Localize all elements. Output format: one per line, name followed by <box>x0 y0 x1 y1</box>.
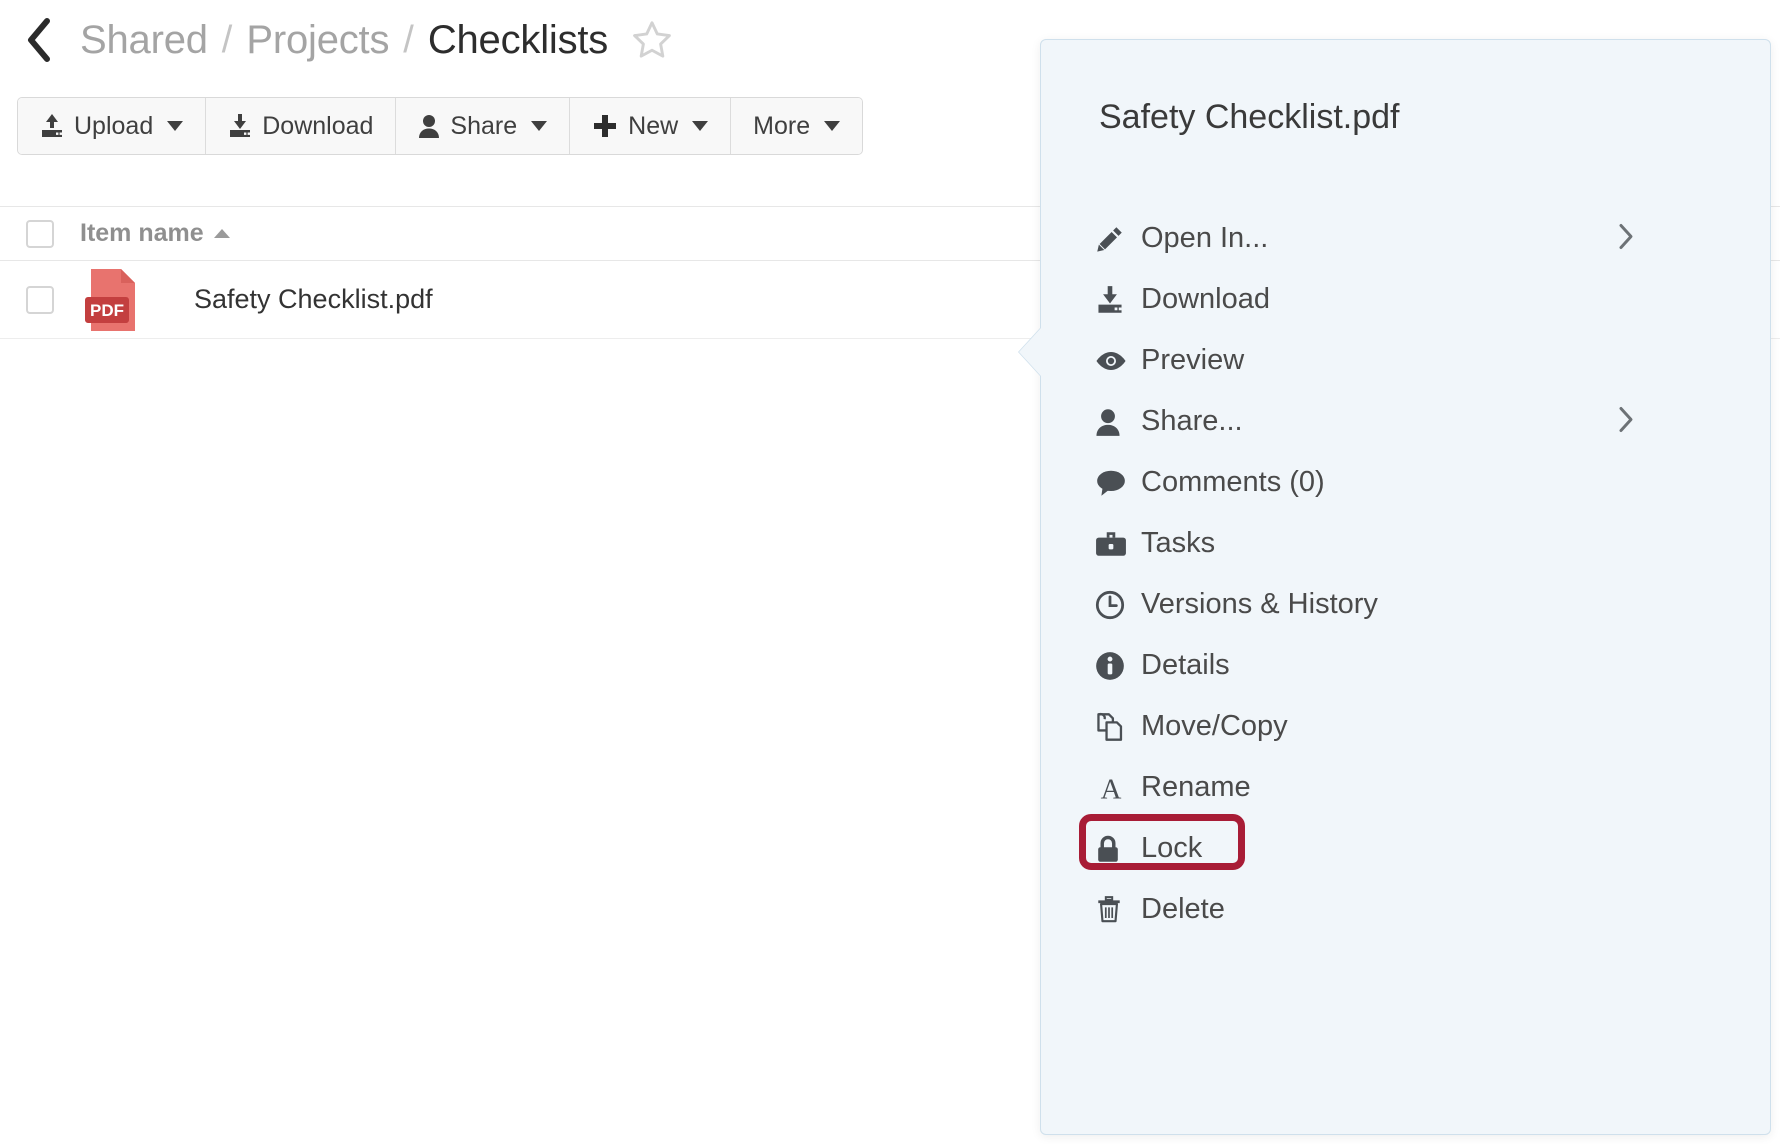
chevron-down-icon <box>692 121 709 131</box>
plus-icon <box>592 113 618 139</box>
person-icon <box>418 113 440 139</box>
breadcrumb-separator: / <box>403 19 414 61</box>
chevron-right-icon <box>1618 405 1634 438</box>
context-menu-title: Safety Checklist.pdf <box>1099 98 1400 136</box>
menu-item-label: Versions & History <box>1141 588 1378 620</box>
info-circle-icon <box>1095 651 1141 681</box>
select-all-checkbox[interactable] <box>26 219 54 248</box>
menu-item-versions-history[interactable]: Versions & History <box>1041 574 1772 635</box>
menu-item-move-copy[interactable]: Move/Copy <box>1041 696 1772 757</box>
menu-item-lock[interactable]: Lock <box>1041 814 1772 879</box>
trash-icon <box>1095 895 1141 925</box>
menu-item-label: Delete <box>1141 893 1225 925</box>
more-button[interactable]: More <box>731 98 863 154</box>
file-name-label[interactable]: Safety Checklist.pdf <box>194 284 433 315</box>
share-label: Share <box>450 111 518 140</box>
menu-item-download[interactable]: Download <box>1041 269 1772 330</box>
star-outline-icon[interactable] <box>630 18 674 62</box>
column-header-label: Item name <box>80 219 204 247</box>
menu-item-label: Comments (0) <box>1141 466 1325 498</box>
share-button[interactable]: Share <box>396 98 571 154</box>
back-button[interactable] <box>18 14 58 66</box>
menu-item-label: Tasks <box>1141 527 1216 559</box>
download-icon <box>1095 285 1141 315</box>
menu-item-delete[interactable]: Delete <box>1041 879 1772 940</box>
svg-text:PDF: PDF <box>90 301 124 320</box>
eye-icon <box>1095 347 1141 375</box>
chevron-down-icon <box>824 121 841 131</box>
person-icon <box>1095 407 1141 437</box>
file-type-cell: PDF <box>80 267 180 333</box>
breadcrumb-item-projects[interactable]: Projects <box>246 20 389 60</box>
new-button[interactable]: New <box>570 98 732 154</box>
app-root: Shared / Projects / Checklists Upload Do… <box>0 0 1780 1144</box>
download-label: Download <box>262 111 374 140</box>
chevron-right-icon <box>1618 222 1634 255</box>
chevron-left-icon <box>25 18 51 62</box>
chevron-down-icon <box>167 121 184 131</box>
menu-item-rename[interactable]: A Rename <box>1041 757 1772 818</box>
upload-label: Upload <box>74 111 154 140</box>
select-all-cell <box>0 219 80 248</box>
breadcrumb-separator: / <box>221 19 233 61</box>
menu-item-preview[interactable]: Preview <box>1041 330 1772 391</box>
context-menu-list: Open In... Download Preview Share... Com… <box>1041 208 1772 940</box>
toolbar: Upload Download Share New More <box>17 97 864 155</box>
menu-item-label: Preview <box>1141 344 1245 376</box>
more-label: More <box>753 111 811 140</box>
row-select-cell <box>0 285 80 314</box>
download-button[interactable]: Download <box>206 98 397 154</box>
menu-item-label: Share... <box>1141 405 1243 437</box>
menu-item-label: Open In... <box>1141 222 1269 254</box>
breadcrumb-item-shared[interactable]: Shared <box>80 20 208 60</box>
comment-bubble-icon <box>1095 469 1141 497</box>
menu-item-label: Rename <box>1141 771 1251 803</box>
menu-item-label: Lock <box>1141 832 1203 864</box>
context-menu-panel: Safety Checklist.pdf Open In... Download… <box>1019 39 1772 1135</box>
briefcase-icon <box>1095 530 1141 558</box>
menu-item-share[interactable]: Share... <box>1041 391 1772 452</box>
row-checkbox[interactable] <box>26 285 54 314</box>
menu-item-details[interactable]: Details <box>1041 635 1772 696</box>
chevron-down-icon <box>531 121 548 131</box>
breadcrumb-item-checklists: Checklists <box>427 18 609 62</box>
panel-pointer-arrow <box>1019 328 1041 376</box>
clock-icon <box>1095 590 1141 620</box>
menu-item-label: Move/Copy <box>1141 710 1288 742</box>
svg-text:A: A <box>1101 773 1122 802</box>
menu-item-open-in[interactable]: Open In... <box>1041 208 1772 269</box>
new-label: New <box>628 111 679 140</box>
copy-icon <box>1095 712 1141 742</box>
menu-item-label: Download <box>1141 283 1270 315</box>
pdf-file-icon: PDF <box>85 267 139 333</box>
menu-item-comments[interactable]: Comments (0) <box>1041 452 1772 513</box>
sort-ascending-icon <box>213 229 230 238</box>
download-icon <box>228 113 252 139</box>
letter-a-icon: A <box>1095 773 1141 802</box>
menu-item-label: Details <box>1141 649 1230 681</box>
upload-icon <box>40 113 64 139</box>
pencil-icon <box>1095 224 1141 254</box>
lock-icon <box>1095 834 1141 864</box>
menu-item-tasks[interactable]: Tasks <box>1041 513 1772 574</box>
column-header-item-name[interactable]: Item name <box>80 219 230 248</box>
upload-button[interactable]: Upload <box>18 98 207 154</box>
